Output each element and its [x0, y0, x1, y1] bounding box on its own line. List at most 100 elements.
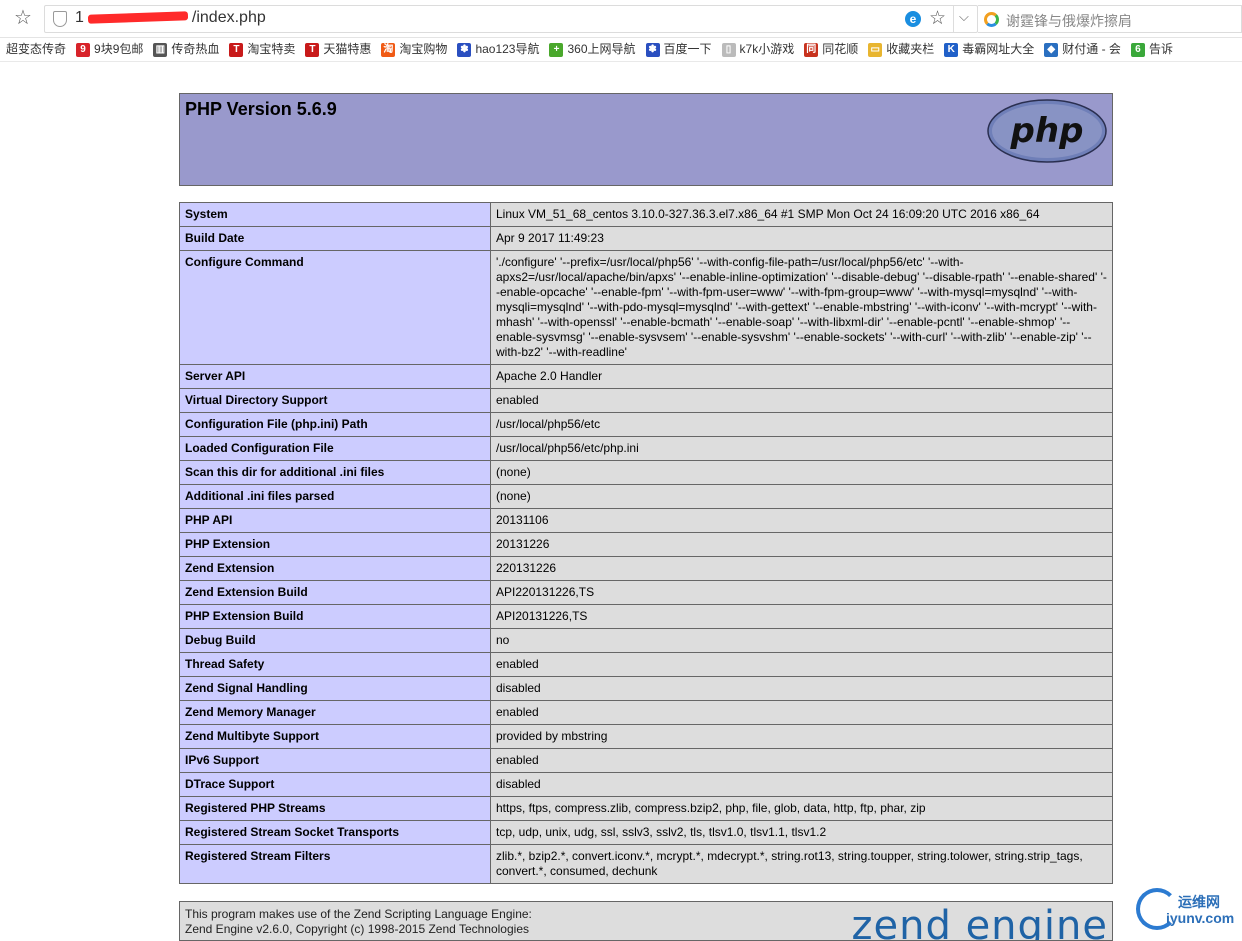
ie-mode-icon[interactable]: e — [905, 11, 921, 27]
bookmark-item[interactable]: 同同花顺 — [804, 38, 859, 61]
row-key: Server API — [179, 364, 491, 389]
bookmark-label: hao123导航 — [475, 42, 540, 56]
bookmark-item[interactable]: ✽ 百度一下 — [645, 38, 712, 61]
row-value: (none) — [490, 484, 1113, 509]
phpinfo-page: PHP Version 5.6.9 php System Linux VM_51_… — [179, 93, 1113, 941]
security-shield-icon[interactable] — [53, 11, 67, 27]
bookmark-favicon-icon: ▭ — [868, 42, 883, 57]
row-value: disabled — [490, 676, 1113, 701]
chevron-down-icon[interactable]: ⌵ — [959, 9, 969, 25]
bookmark-favicon-icon: K — [944, 42, 959, 57]
bookmark-item[interactable]: 9 9块9包邮 — [76, 38, 144, 61]
table-row: PHP Extension 20131226 — [179, 532, 1113, 557]
row-value: /usr/local/php56/etc — [490, 412, 1113, 437]
row-key: Configuration File (php.ini) Path — [179, 412, 491, 437]
row-value: 20131226 — [490, 532, 1113, 557]
row-value: provided by mbstring — [490, 724, 1113, 749]
row-value: /usr/local/php56/etc/php.ini — [490, 436, 1113, 461]
table-row: Build Date Apr 9 2017 11:49:23 — [179, 226, 1113, 251]
bookmark-favicon-icon: + — [549, 42, 564, 57]
row-value: (none) — [490, 460, 1113, 485]
row-value: API220131226,TS — [490, 580, 1113, 605]
bookmark-star-icon[interactable]: ☆ — [14, 7, 32, 29]
row-value: https, ftps, compress.zlib, compress.bzi… — [490, 796, 1113, 821]
table-row: Zend Memory Manager enabled — [179, 700, 1113, 725]
bookmark-label: 天猫特惠 — [323, 42, 372, 56]
table-row: Server API Apache 2.0 Handler — [179, 364, 1113, 389]
bookmark-label: 淘宝购物 — [399, 42, 448, 56]
table-row: Thread Safety enabled — [179, 652, 1113, 677]
row-value: 220131226 — [490, 556, 1113, 581]
row-key: PHP Extension — [179, 532, 491, 557]
table-row: System Linux VM_51_68_centos 3.10.0-327.3… — [179, 202, 1113, 227]
bookmark-item[interactable]: T 天猫特惠 — [305, 38, 372, 61]
bookmark-item[interactable]: ✽ hao123导航 — [457, 38, 540, 61]
row-value: no — [490, 628, 1113, 653]
bookmark-item[interactable]: ▭ 收藏夹栏 — [868, 38, 934, 61]
row-key: Registered PHP Streams — [179, 796, 491, 821]
table-row: IPv6 Support enabled — [179, 748, 1113, 773]
table-row: PHP Extension Build API20131226,TS — [179, 604, 1113, 629]
bookmark-favicon-icon: ✽ — [645, 42, 660, 57]
bookmark-favicon-icon: 淘 — [381, 42, 396, 57]
row-key: IPv6 Support — [179, 748, 491, 773]
bookmark-label: 告诉 — [1148, 42, 1173, 56]
table-row: Registered PHP Streams https, ftps, compr… — [179, 796, 1113, 821]
watermark-cn: 运维网 — [1178, 894, 1220, 910]
row-value: enabled — [490, 700, 1113, 725]
table-row: Registered Stream Filters zlib.*, bzip2.*… — [179, 844, 1113, 884]
bookmark-item[interactable]: T 淘宝特卖 — [229, 38, 296, 61]
bookmark-item[interactable]: 6 告诉 — [1130, 38, 1173, 61]
bookmark-item[interactable]: +360上网导航 — [549, 38, 636, 61]
row-value: './configure' '--prefix=/usr/local/php56… — [490, 250, 1113, 365]
row-value: zlib.*, bzip2.*, convert.iconv.*, mcrypt… — [490, 844, 1113, 884]
row-key: Zend Extension Build — [179, 580, 491, 605]
address-bar-area: ☆ 1/index.php e ☆ ⌵ 谢霆锋与俄爆炸擦肩 — [0, 0, 1242, 38]
php-logo-icon: php — [987, 99, 1107, 163]
table-row: Zend Signal Handling disabled — [179, 676, 1113, 701]
row-key: Registered Stream Socket Transports — [179, 820, 491, 845]
redacted-host — [87, 11, 189, 25]
row-key: Zend Extension — [179, 556, 491, 581]
row-key: Loaded Configuration File — [179, 436, 491, 461]
bookmark-label: 淘宝特卖 — [247, 42, 296, 56]
bookmark-item[interactable]: ▯ k7k小游戏 — [721, 38, 795, 61]
bookmark-item[interactable]: 淘淘宝购物 — [381, 38, 448, 61]
table-row: Debug Build no — [179, 628, 1113, 653]
url-input[interactable]: 1/index.php e ☆ ⌵ — [44, 5, 978, 33]
info-table: System Linux VM_51_68_centos 3.10.0-327.3… — [179, 202, 1113, 884]
bookmark-label: 毒霸网址大全 — [962, 42, 1035, 56]
row-value: Linux VM_51_68_centos 3.10.0-327.36.3.el… — [490, 202, 1113, 227]
bookmark-favicon-icon: 同 — [804, 42, 819, 57]
table-row: PHP API 20131106 — [179, 508, 1113, 533]
row-key: PHP API — [179, 508, 491, 533]
bookmark-favicon-icon: 9 — [76, 42, 91, 57]
row-value: tcp, udp, unix, udg, ssl, sslv3, sslv2, … — [490, 820, 1113, 845]
table-row: Registered Stream Socket Transports tcp, … — [179, 820, 1113, 845]
search-engine-icon — [984, 12, 999, 27]
bookmarks-bar: 超变态传奇 9 9块9包邮 ▥ 传奇热血 T 淘宝特卖 T 天猫特惠淘淘宝购物 ✽ hao123导航… — [0, 38, 1242, 62]
bookmark-item[interactable]: 超变态传奇 — [6, 38, 66, 61]
bookmark-favicon-icon: T — [229, 42, 244, 57]
table-row: Additional .ini files parsed (none) — [179, 484, 1113, 509]
bookmark-item[interactable]: ◆ 财付通 - 会 — [1044, 38, 1121, 61]
bookmark-favicon-icon: ◆ — [1044, 42, 1059, 57]
url-divider — [953, 6, 954, 32]
favorite-star-icon[interactable]: ☆ — [929, 7, 946, 30]
search-input[interactable]: 谢霆锋与俄爆炸擦肩 — [978, 5, 1242, 33]
bookmark-label: k7k小游戏 — [739, 42, 795, 56]
bookmark-label: 9块9包邮 — [94, 42, 144, 56]
bookmark-favicon-icon: 6 — [1130, 42, 1145, 57]
row-key: Zend Memory Manager — [179, 700, 491, 725]
row-key: Registered Stream Filters — [179, 844, 491, 884]
row-key: DTrace Support — [179, 772, 491, 797]
bookmark-label: 同花顺 — [822, 42, 859, 56]
row-value: 20131106 — [490, 508, 1113, 533]
row-key: Virtual Directory Support — [179, 388, 491, 413]
page-title: PHP Version 5.6.9 — [185, 99, 337, 119]
row-value: enabled — [490, 388, 1113, 413]
row-key: Scan this dir for additional .ini files — [179, 460, 491, 485]
bookmark-item[interactable]: ▥ 传奇热血 — [153, 38, 219, 61]
bookmark-item[interactable]: K 毒霸网址大全 — [944, 38, 1035, 61]
table-row: Loaded Configuration File/usr/local/php5… — [179, 436, 1113, 461]
